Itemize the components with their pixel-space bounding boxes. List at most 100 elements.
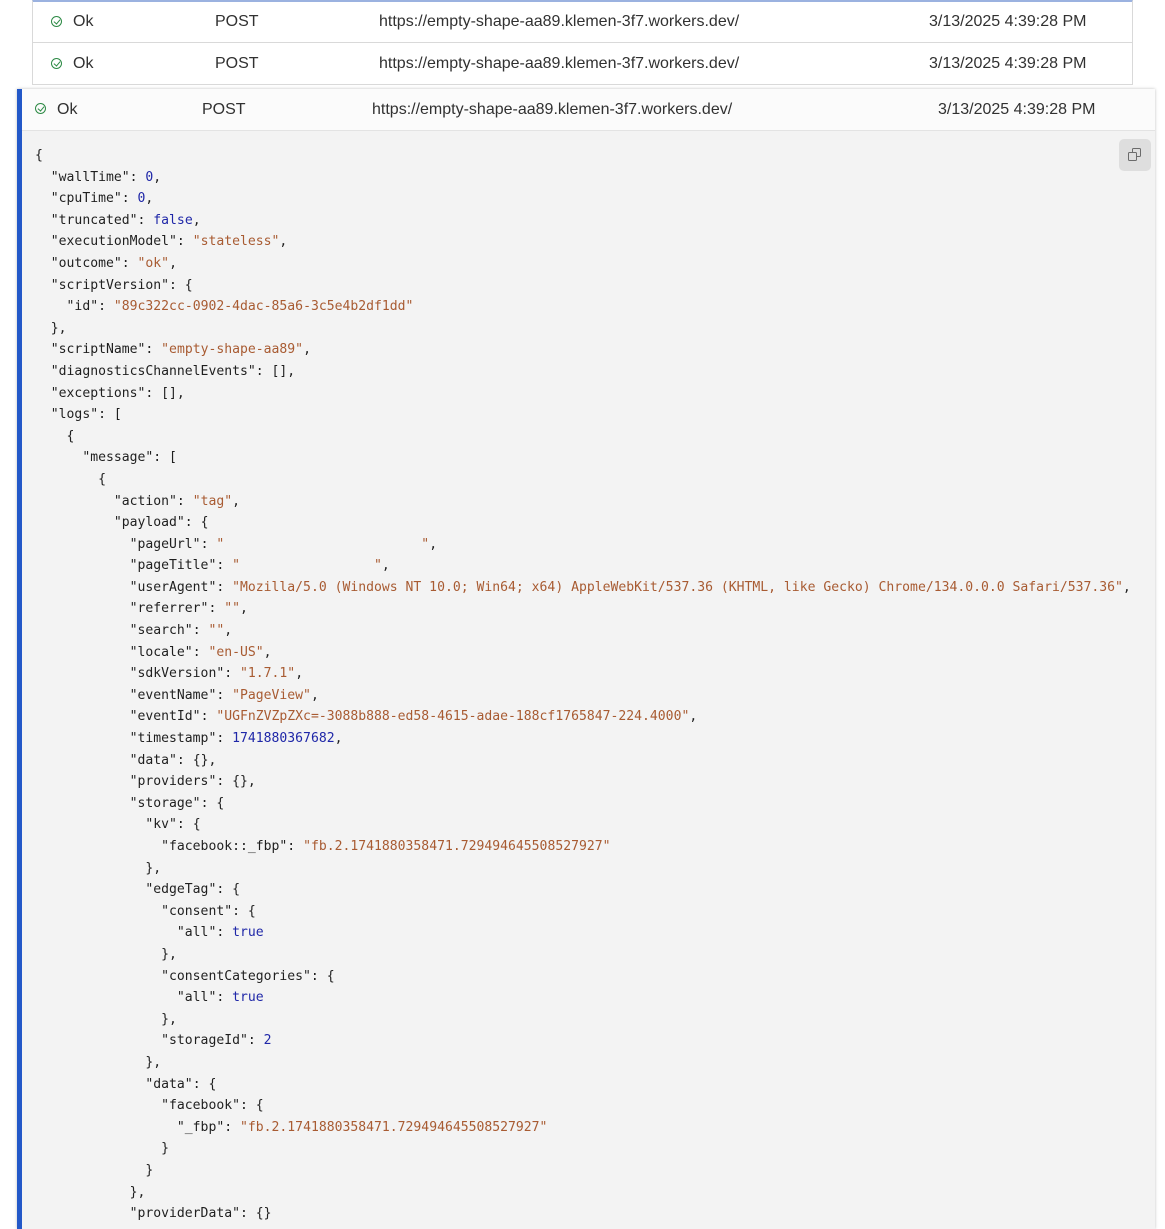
json-viewer: { "wallTime": 0, "cpuTime": 0, "truncate…: [35, 145, 1131, 1225]
json-line: "locale": "en-US",: [35, 642, 1131, 664]
json-token: "UGFnZVZpZXc=-3088b888-ed58-4615-adae-18…: [216, 709, 690, 725]
json-line: "consentCategories": {: [35, 966, 1131, 988]
json-token: "eventId": [129, 709, 201, 725]
json-token: "search": [129, 623, 193, 639]
json-token: "Mozilla/5.0 (Windows NT 10.0; Win64; x6…: [232, 579, 1123, 595]
json-token: "all": [176, 990, 217, 1006]
json-token: :: [200, 709, 217, 725]
json-token: : [],: [145, 385, 185, 401]
json-line: "cpuTime": 0,: [35, 188, 1131, 210]
json-line: "storage": {: [35, 793, 1131, 815]
json-line: },: [35, 944, 1131, 966]
json-token: :: [216, 925, 233, 941]
json-line: "userAgent": "Mozilla/5.0 (Windows NT 10…: [35, 577, 1131, 599]
json-line: "facebook": {: [35, 1095, 1131, 1117]
json-line: "eventName": "PageView",: [35, 685, 1131, 707]
json-line: }: [35, 1138, 1131, 1160]
json-line: "eventId": "UGFnZVZpZXc=-3088b888-ed58-4…: [35, 706, 1131, 728]
json-line: },: [35, 1052, 1131, 1074]
json-token: : {: [216, 882, 240, 898]
json-line: "wallTime": 0,: [35, 167, 1131, 189]
json-token: "action": [113, 493, 177, 509]
json-token: true: [232, 990, 264, 1006]
json-token: ,: [689, 709, 698, 725]
json-token: ,: [153, 169, 162, 185]
json-token: },: [35, 860, 162, 876]
json-token: "userAgent": [129, 579, 217, 595]
json-token: "": [224, 601, 241, 617]
check-circle-icon: [35, 103, 46, 114]
json-line: "edgeTag": {: [35, 879, 1131, 901]
json-line: "pageTitle": " ",: [35, 555, 1131, 577]
json-token: "consentCategories": [161, 968, 311, 984]
json-token: "executionModel": [50, 234, 177, 250]
json-token: :: [224, 666, 240, 682]
json-token: "providers": [129, 774, 217, 790]
json-token: },: [35, 1054, 162, 1070]
json-token: ,: [145, 191, 154, 207]
json-token: :: [287, 839, 304, 854]
json-token: ,: [240, 601, 248, 617]
json-token: "fb.2.1741880358471.729494645508527927": [303, 839, 611, 854]
json-line: "message": [: [35, 447, 1131, 469]
json-line: "data": {},: [35, 750, 1131, 772]
status-text: Ok: [73, 13, 94, 30]
json-token: },: [35, 320, 67, 336]
json-line: "payload": {: [35, 512, 1131, 534]
log-row[interactable]: Ok POST https://empty-shape-aa89.klemen-…: [32, 0, 1133, 43]
json-token: ,: [263, 644, 272, 660]
json-token: ,: [429, 536, 438, 552]
log-row[interactable]: Ok POST https://empty-shape-aa89.klemen-…: [32, 43, 1133, 85]
url-text: https://empty-shape-aa89.klemen-3f7.work…: [372, 101, 733, 118]
json-token: "all": [176, 925, 217, 941]
json-line: {: [35, 145, 1131, 167]
json-token: "": [208, 623, 225, 639]
json-token: "id": [66, 299, 99, 315]
json-token: "1.7.1": [240, 666, 296, 682]
json-token: "consent": [161, 903, 233, 919]
json-token: : {: [184, 515, 209, 531]
json-line: {: [35, 469, 1131, 491]
json-token: : {: [310, 968, 335, 984]
json-token: }: [35, 1162, 154, 1178]
json-token: false: [153, 212, 193, 228]
json-token: : {}: [239, 1206, 272, 1222]
json-token: {: [35, 428, 75, 444]
json-token: "timestamp": [129, 731, 217, 747]
json-token: "data": [145, 1076, 193, 1092]
json-token: " ": [232, 558, 382, 574]
expanded-log-header[interactable]: Ok POST https://empty-shape-aa89.klemen-…: [22, 89, 1155, 131]
json-token: :: [176, 234, 193, 250]
method-text: POST: [202, 101, 246, 118]
json-token: : {: [192, 1076, 217, 1092]
log-list: Ok POST https://empty-shape-aa89.klemen-…: [32, 0, 1133, 85]
json-token: "cpuTime": [50, 191, 122, 207]
json-token: :: [247, 1033, 264, 1049]
json-line: "sdkVersion": "1.7.1",: [35, 663, 1131, 685]
json-token: :: [145, 342, 162, 358]
json-token: "facebook::_fbp": [161, 839, 288, 854]
json-token: "payload": [113, 515, 185, 531]
json-token: }: [35, 1141, 170, 1157]
